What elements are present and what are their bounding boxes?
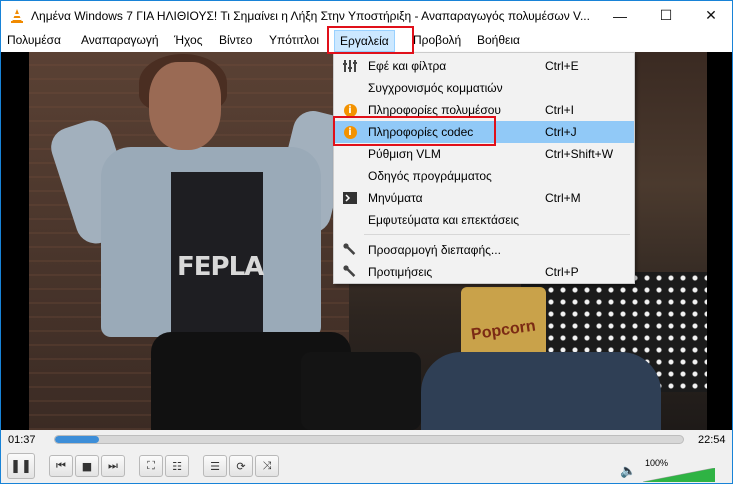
menu-subtitles[interactable]: Υπότιτλοι [269, 33, 319, 47]
menu-item-label: Πληροφορίες πολυμέσου [368, 103, 501, 117]
wrench-icon [342, 264, 358, 280]
menu-item-shortcut: Ctrl+M [545, 191, 581, 205]
volume-percent: 100% [645, 458, 669, 468]
head [149, 62, 221, 150]
elapsed-time: 01:37 [8, 434, 36, 446]
extended-settings-button[interactable]: ☷ [165, 455, 189, 477]
fullscreen-button[interactable]: ⛶ [139, 455, 163, 477]
menu-item-shortcut: Ctrl+J [545, 125, 577, 139]
menu-item-messages[interactable]: Μηνύματα Ctrl+M [334, 187, 634, 209]
close-button[interactable]: ✕ [688, 1, 733, 30]
menu-playback[interactable]: Αναπαραγωγή [81, 33, 159, 47]
menu-item-shortcut: Ctrl+I [545, 103, 575, 117]
window-title: Λημένα Windows 7 ΓΙΑ ΗΛΙΘΙΟΥΣ! Τι Σημαίν… [31, 9, 590, 23]
menu-item-label: Ρύθμιση VLM [368, 147, 441, 161]
menu-item-vlm[interactable]: Ρύθμιση VLM Ctrl+Shift+W [334, 143, 634, 165]
wrench-icon [342, 242, 358, 258]
control-bar: ❚❚ ⏮ ■ ⏭ ⛶ ☷ ☰ ⟳ ⤨ 🔈 100% [0, 450, 733, 484]
loop-button[interactable]: ⟳ [229, 455, 253, 477]
menu-item-shortcut: Ctrl+P [545, 265, 579, 279]
menu-audio[interactable]: Ήχος [174, 33, 203, 47]
seek-row: 01:37 22:54 [0, 430, 733, 450]
playlist-button[interactable]: ☰ [203, 455, 227, 477]
volume-slider[interactable] [643, 468, 715, 482]
menu-separator [364, 234, 630, 235]
menu-item-shortcut: Ctrl+Shift+W [545, 147, 614, 161]
terminal-icon [342, 190, 358, 206]
stop-button[interactable]: ■ [75, 455, 99, 477]
second-person [421, 352, 661, 430]
menu-view[interactable]: Προβολή [413, 33, 461, 47]
maximize-button[interactable]: ☐ [643, 1, 689, 30]
annotation-box-tools-menu [327, 26, 414, 54]
shirt-print: FEPLA [177, 252, 264, 282]
seek-progress [55, 436, 99, 443]
menu-media[interactable]: Πολυμέσα [7, 33, 61, 47]
menu-item-label: Οδηγός προγράμματος [368, 169, 492, 183]
chair [301, 352, 421, 430]
equalizer-icon [342, 58, 358, 74]
total-time: 22:54 [698, 434, 726, 446]
shuffle-button[interactable]: ⤨ [255, 455, 279, 477]
menu-item-customize-interface[interactable]: Προσαρμογή διεπαφής... [334, 239, 634, 261]
previous-button[interactable]: ⏮ [49, 455, 73, 477]
vlc-cone-icon [11, 9, 23, 23]
menu-item-preferences[interactable]: Προτιμήσεις Ctrl+P [334, 261, 634, 283]
menu-help[interactable]: Βοήθεια [477, 33, 520, 47]
minimize-button[interactable]: — [597, 1, 643, 30]
menu-video[interactable]: Βίντεο [219, 33, 252, 47]
menu-item-label: Μηνύματα [368, 191, 423, 205]
menu-item-shortcut: Ctrl+E [545, 59, 579, 73]
tools-dropdown: Εφέ και φίλτρα Ctrl+E Συγχρονισμός κομμα… [333, 52, 635, 284]
menu-item-label: Προσαρμογή διεπαφής... [368, 243, 501, 257]
speaker-icon[interactable]: 🔈 [620, 464, 636, 479]
seek-slider[interactable] [54, 435, 684, 444]
menu-item-label: Εφέ και φίλτρα [368, 59, 447, 73]
menu-item-track-sync[interactable]: Συγχρονισμός κομματιών [334, 77, 634, 99]
pause-button[interactable]: ❚❚ [7, 453, 35, 479]
menu-item-plugins[interactable]: Εμφυτεύματα και επεκτάσεις [334, 209, 634, 231]
menu-item-effects-filters[interactable]: Εφέ και φίλτρα Ctrl+E [334, 55, 634, 77]
annotation-box-codec-info [333, 116, 496, 146]
menu-item-program-guide[interactable]: Οδηγός προγράμματος [334, 165, 634, 187]
menu-item-label: Εμφυτεύματα και επεκτάσεις [368, 213, 520, 227]
menu-item-label: Προτιμήσεις [368, 265, 433, 279]
next-button[interactable]: ⏭ [101, 455, 125, 477]
menu-item-label: Συγχρονισμός κομματιών [368, 81, 503, 95]
